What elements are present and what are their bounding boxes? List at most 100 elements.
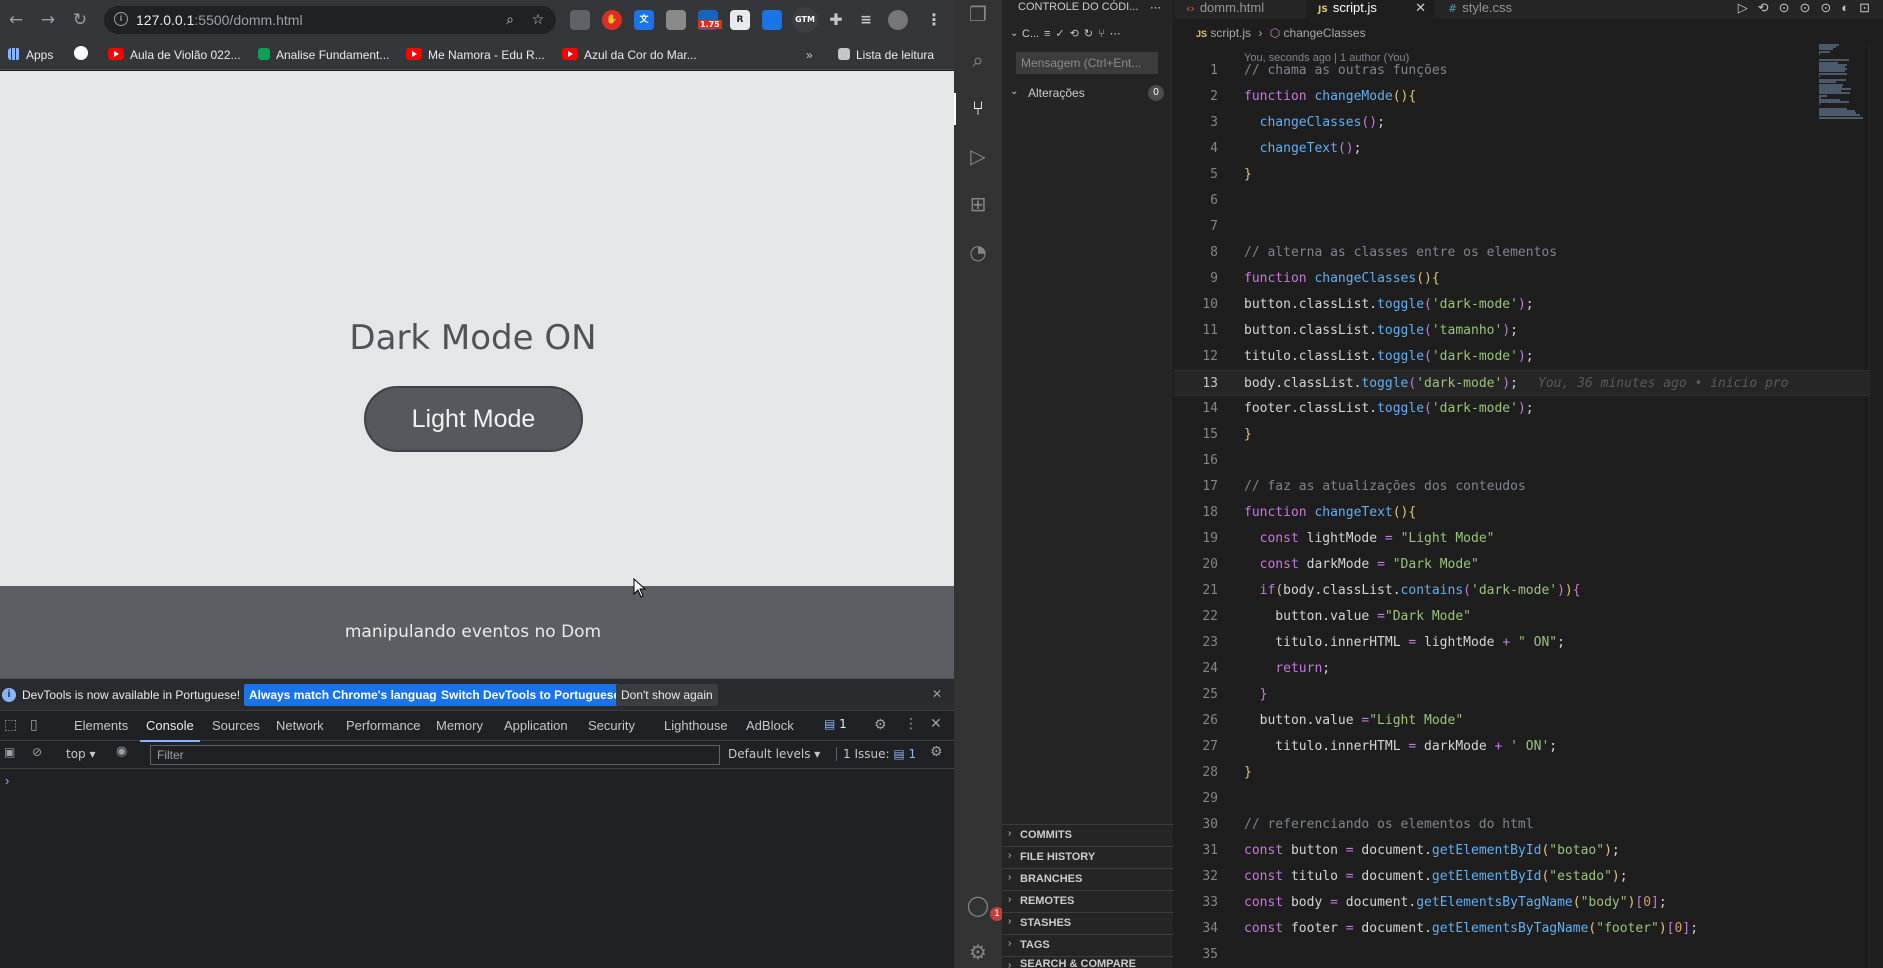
code-line[interactable]: 26 button.value ="Light Mode" bbox=[1174, 708, 1883, 734]
issues-badge[interactable]: ▤ 1 bbox=[824, 717, 847, 731]
code-line[interactable]: 8 // alterna as classes entre os elemento… bbox=[1174, 240, 1883, 266]
bookmark-me-namora[interactable]: Me Namora - Edu R... bbox=[406, 46, 545, 64]
code-line[interactable]: 7 bbox=[1174, 214, 1883, 240]
breadcrumb-symbol[interactable]: changeClasses bbox=[1284, 26, 1366, 40]
repository-row[interactable]: ⌄ C... ≡✓⟲↻⑂⋯ bbox=[1002, 24, 1174, 46]
source-control-icon[interactable]: ⑂ bbox=[966, 96, 990, 120]
code-line[interactable]: 23 titulo.innerHTML = lightMode + " ON"; bbox=[1174, 630, 1883, 656]
bookmarks-overflow-icon[interactable]: » bbox=[806, 46, 813, 64]
tab-domm-html[interactable]: ‹› domm.html bbox=[1174, 0, 1304, 18]
tab-style-css[interactable]: # style.css bbox=[1436, 0, 1556, 18]
bookmark-star-icon[interactable]: ☆ bbox=[528, 10, 548, 30]
extensions-puzzle-icon[interactable]: ✚ bbox=[826, 10, 846, 30]
code-line[interactable]: 15} bbox=[1174, 422, 1883, 448]
bookmark-google[interactable] bbox=[74, 46, 94, 64]
profile-avatar[interactable] bbox=[888, 10, 908, 30]
reload-icon[interactable]: ↻ bbox=[68, 8, 92, 32]
code-line[interactable]: 1 // chama as outras funções bbox=[1174, 58, 1883, 84]
account-icon[interactable]: ◯ 1 bbox=[966, 893, 1004, 921]
editor-actions-icons[interactable]: ▷⟲⊙⊙⊙◐⊡ bbox=[1620, 0, 1880, 18]
code-line[interactable]: 17 // faz as atualizações dos conteudos bbox=[1174, 474, 1883, 500]
device-toolbar-icon[interactable]: ▯ bbox=[30, 717, 38, 733]
tab-elements[interactable]: Elements bbox=[74, 718, 128, 733]
log-levels-dropdown[interactable]: Default levels ▾ bbox=[728, 747, 820, 761]
code-line[interactable]: 2 function changeMode(){ bbox=[1174, 84, 1883, 110]
settings-gear-icon[interactable]: ⚙ bbox=[874, 717, 887, 733]
code-line[interactable]: 34 const footer = document.getElementsByT… bbox=[1174, 916, 1883, 942]
tab-lighthouse[interactable]: Lighthouse bbox=[664, 718, 728, 733]
commit-message-input[interactable]: Mensagem (Ctrl+Ent... bbox=[1016, 52, 1158, 74]
section-tags[interactable]: › TAGS bbox=[1002, 934, 1174, 956]
code-line[interactable]: 13 body.classList.toggle('dark-mode'); You… bbox=[1174, 370, 1883, 396]
console-filter-input[interactable]: Filter bbox=[150, 745, 720, 765]
minimap[interactable] bbox=[1819, 44, 1867, 124]
tab-security[interactable]: Security bbox=[588, 718, 635, 733]
code-line[interactable]: 12 titulo.classList.toggle('dark-mode'); bbox=[1174, 344, 1883, 370]
always-match-language-button[interactable]: Always match Chrome's language bbox=[244, 684, 449, 706]
clear-console-icon[interactable]: ⊘ bbox=[32, 745, 42, 759]
url-text[interactable]: 127.0.0.1:5500/domm.html bbox=[136, 12, 303, 28]
bookmark-analise[interactable]: Analise Fundament... bbox=[258, 46, 389, 64]
bookmark-aula-violao[interactable]: Aula de Violão 022... bbox=[108, 46, 241, 64]
code-line[interactable]: 30 // referenciando os elementos do html bbox=[1174, 812, 1883, 838]
manage-gear-icon[interactable]: ⚙ bbox=[966, 940, 990, 964]
context-selector[interactable]: top ▾ bbox=[66, 747, 96, 761]
extensions-icon[interactable]: ⊞ bbox=[966, 192, 990, 216]
code-line[interactable]: 10 button.classList.toggle('dark-mode'); bbox=[1174, 292, 1883, 318]
pocket-extension-icon[interactable] bbox=[762, 10, 782, 30]
inspect-element-icon[interactable]: ⬚ bbox=[4, 717, 17, 733]
explorer-files-icon[interactable]: ❐ bbox=[966, 2, 990, 26]
mode-toggle-button[interactable]: Light Mode bbox=[364, 386, 583, 452]
code-line[interactable]: 32 const titulo = document.getElementById… bbox=[1174, 864, 1883, 890]
close-devtools-icon[interactable]: ✕ bbox=[930, 716, 942, 732]
code-line[interactable]: 5} bbox=[1174, 162, 1883, 188]
gitlens-icon[interactable]: ◔ bbox=[966, 240, 990, 264]
live-expression-eye-icon[interactable]: ◉ bbox=[116, 744, 127, 759]
dont-show-again-button[interactable]: Don't show again bbox=[616, 684, 718, 706]
code-line[interactable]: 11 button.classList.toggle('tamanho'); bbox=[1174, 318, 1883, 344]
code-line[interactable]: 6 bbox=[1174, 188, 1883, 214]
code-line[interactable]: 18 function changeText(){ bbox=[1174, 500, 1883, 526]
tab-console[interactable]: Console bbox=[140, 718, 200, 742]
section-search-compare[interactable]: › SEARCH & COMPARE bbox=[1002, 956, 1174, 968]
tab-memory[interactable]: Memory bbox=[436, 718, 483, 733]
section-stashes[interactable]: › STASHES bbox=[1002, 912, 1174, 934]
zoom-icon[interactable]: ⌕ bbox=[500, 10, 520, 30]
issues-counter[interactable]: 1 Issue: ▤ 1 bbox=[836, 747, 916, 761]
reading-list-button[interactable]: Lista de leitura bbox=[838, 46, 934, 64]
section-branches[interactable]: › BRANCHES bbox=[1002, 868, 1174, 890]
gtm-extension-icon[interactable]: GTM bbox=[792, 7, 818, 33]
screenshot-extension-icon[interactable] bbox=[666, 10, 686, 30]
site-info-icon[interactable]: i bbox=[114, 12, 128, 26]
code-line[interactable]: 24 return; bbox=[1174, 656, 1883, 682]
tag-extension-icon[interactable]: R bbox=[730, 10, 750, 30]
code-line[interactable]: 28} bbox=[1174, 760, 1883, 786]
section-remotes[interactable]: › REMOTES bbox=[1002, 890, 1174, 912]
console-prompt[interactable]: › bbox=[5, 773, 9, 788]
code-line[interactable]: 31 const button = document.getElementById… bbox=[1174, 838, 1883, 864]
code-line[interactable]: 29 bbox=[1174, 786, 1883, 812]
translate-extension-icon[interactable]: 文 bbox=[634, 10, 654, 30]
speed-extension-icon[interactable]: 1.75 bbox=[698, 10, 722, 30]
section-commits[interactable]: › COMMITS bbox=[1002, 824, 1174, 846]
code-line[interactable]: 4 changeText(); bbox=[1174, 136, 1883, 162]
more-options-icon[interactable]: ⋮ bbox=[904, 716, 918, 732]
code-line[interactable]: 9 function changeClasses(){ bbox=[1174, 266, 1883, 292]
section-file-history[interactable]: › FILE HISTORY bbox=[1002, 846, 1174, 868]
search-icon[interactable]: ⌕ bbox=[966, 48, 990, 72]
tab-script-js[interactable]: JS script.js ✕ bbox=[1306, 0, 1434, 18]
console-settings-icon[interactable]: ⚙ bbox=[930, 744, 943, 760]
breadcrumb-file[interactable]: script.js bbox=[1210, 26, 1251, 40]
close-banner-icon[interactable]: ✕ bbox=[932, 687, 942, 701]
scm-actions-icons[interactable]: ≡✓⟲↻⑂⋯ bbox=[1044, 27, 1126, 40]
code-line[interactable]: 16 bbox=[1174, 448, 1883, 474]
tab-performance[interactable]: Performance bbox=[346, 718, 420, 733]
code-line[interactable]: 14 footer.classList.toggle('dark-mode'); bbox=[1174, 396, 1883, 422]
run-debug-icon[interactable]: ▷ bbox=[966, 144, 990, 168]
address-bar[interactable]: i 127.0.0.1:5500/domm.html ⌕ ☆ bbox=[104, 6, 556, 34]
changes-group[interactable]: ⌄ Alterações 0 bbox=[1002, 82, 1174, 104]
bookmark-azul-cor-mar[interactable]: Azul da Cor do Mar... bbox=[562, 46, 697, 64]
tab-network[interactable]: Network bbox=[276, 718, 324, 733]
code-line[interactable]: 21 if(body.classList.contains('dark-mode… bbox=[1174, 578, 1883, 604]
extension-puzzle-icon[interactable] bbox=[570, 10, 590, 30]
